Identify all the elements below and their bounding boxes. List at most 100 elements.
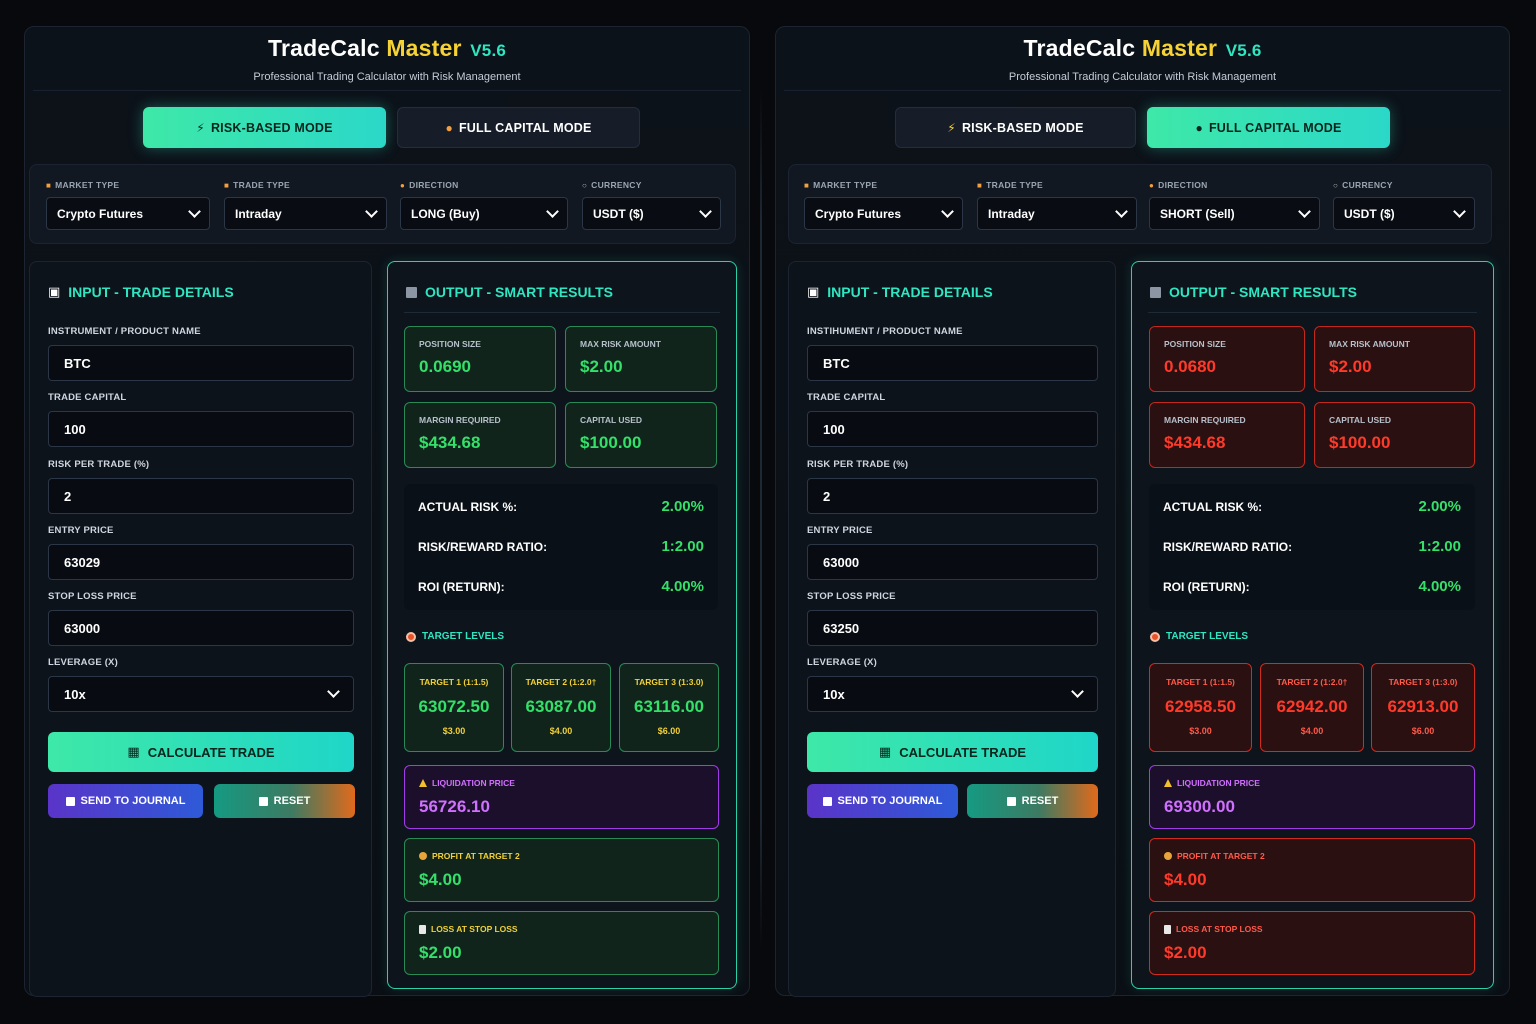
chevron-down-icon	[699, 204, 712, 218]
capital-input[interactable]: 100	[807, 411, 1098, 447]
input-card: ▣ INPUT - TRADE DETAILS INSTRUMENT / PRO…	[29, 261, 372, 997]
leverage-select[interactable]: 10x	[48, 676, 354, 712]
money-bag-icon	[1164, 852, 1172, 860]
chevron-down-icon	[1453, 204, 1466, 218]
entry-input[interactable]: 63000	[807, 544, 1098, 580]
chevron-down-icon	[1298, 204, 1311, 218]
document-icon	[419, 924, 426, 934]
ratio-summary: ACTUAL RISK %: 2.00% RISK/REWARD RATIO: …	[404, 484, 718, 610]
loss-at-stop-card: LOSS AT STOP LOSS $2.00	[1149, 911, 1475, 975]
direction-group: ● DIRECTION LONG (Buy)	[400, 179, 568, 230]
full-capital-mode-button[interactable]: ● FULL CAPITAL MODE	[1147, 107, 1390, 148]
capital-used-card: CAPITAL USED $100.00	[1314, 402, 1475, 468]
liquidation-price-card: LIQUIDATION PRICE 56726.10	[404, 765, 719, 829]
trade-type-select[interactable]: Intraday	[977, 197, 1137, 230]
direction-select[interactable]: LONG (Buy)	[400, 197, 568, 230]
reset-button[interactable]: RESET	[214, 784, 355, 818]
lightning-icon: ⚡	[196, 120, 205, 135]
calculate-trade-button[interactable]: ▦ CALCULATE TRADE	[807, 732, 1098, 772]
market-type-select[interactable]: Crypto Futures	[46, 197, 210, 230]
currency-select[interactable]: USDT ($)	[582, 197, 721, 230]
risk-based-mode-button[interactable]: ⚡ RISK-BASED MODE	[895, 107, 1136, 148]
risk-input[interactable]: 2	[48, 478, 354, 514]
calculator-panel-left: TradeCalc Master V5.6 Professional Tradi…	[24, 26, 750, 997]
entry-label: ENTRY PRICE	[48, 525, 114, 536]
trade-type-group: ■ TRADE TYPE Intraday	[224, 179, 387, 230]
leverage-select[interactable]: 10x	[807, 676, 1098, 712]
risk-input[interactable]: 2	[807, 478, 1098, 514]
calculate-trade-button[interactable]: ▦ CALCULATE TRADE	[48, 732, 354, 772]
leverage-label: LEVERAGE (X)	[48, 657, 118, 668]
instrument-input[interactable]: BTC	[48, 345, 354, 381]
full-capital-mode-button[interactable]: ● FULL CAPITAL MODE	[397, 107, 640, 148]
direction-select[interactable]: SHORT (Sell)	[1149, 197, 1320, 230]
position-size-card: POSITION SIZE 0.0680	[1149, 326, 1305, 392]
capital-input[interactable]: 100	[48, 411, 354, 447]
risk-based-mode-button[interactable]: ⚡ RISK-BASED MODE	[143, 107, 386, 148]
target-3-card: TARGET 3 (1:3.0) 62913.00 $6.00	[1371, 663, 1475, 752]
market-type-select[interactable]: Crypto Futures	[804, 197, 963, 230]
position-size-card: POSITION SIZE 0.0690	[404, 326, 556, 392]
chevron-down-icon	[1115, 204, 1128, 218]
money-bag-icon	[419, 852, 427, 860]
output-card: OUTPUT - SMART RESULTS POSITION SIZE 0.0…	[1131, 261, 1494, 989]
lightning-icon: ⚡	[947, 120, 956, 135]
target-levels-title: TARGET LEVELS	[1150, 631, 1248, 642]
market-icon: ■	[804, 180, 810, 190]
entry-input[interactable]: 63029	[48, 544, 354, 580]
mode-switcher: ⚡ RISK-BASED MODE ● FULL CAPITAL MODE	[776, 107, 1509, 149]
roi-row: ROI (RETURN): 4.00%	[1163, 578, 1461, 595]
app-header: TradeCalc Master V5.6 Professional Tradi…	[784, 27, 1501, 91]
direction-icon: ●	[1149, 180, 1155, 190]
mode-switcher: ⚡ RISK-BASED MODE ● FULL CAPITAL MODE	[25, 107, 749, 149]
risk-reward-row: RISK/REWARD RATIO: 1:2.00	[418, 538, 704, 555]
stop-loss-label: STOP LOSS PRICE	[807, 591, 896, 602]
app-subtitle: Professional Trading Calculator with Ris…	[1008, 71, 1277, 83]
currency-icon: ○	[1333, 180, 1339, 190]
margin-required-card: MARGIN REQUIRED $434.68	[404, 402, 556, 468]
app-subtitle: Professional Trading Calculator with Ris…	[253, 71, 521, 83]
stop-loss-input[interactable]: 63250	[807, 610, 1098, 646]
direction-group: ● DIRECTION SHORT (Sell)	[1149, 179, 1320, 230]
flame-icon: ●	[445, 120, 453, 135]
chart-icon	[1150, 286, 1161, 298]
calendar-icon: ■	[977, 180, 983, 190]
actual-risk-row: ACTUAL RISK %: 2.00%	[418, 498, 704, 515]
panel-divider	[760, 90, 762, 950]
currency-group: ○ CURRENCY USDT ($)	[582, 179, 721, 230]
calculator-icon: ▦	[127, 744, 140, 759]
capital-label: TRADE CAPITAL	[807, 392, 886, 403]
risk-label: RISK PER TRADE (%)	[48, 459, 150, 470]
document-icon	[1164, 924, 1171, 934]
output-card-title: OUTPUT - SMART RESULTS	[1150, 284, 1357, 300]
risk-label: RISK PER TRADE (%)	[807, 459, 909, 470]
margin-required-card: MARGIN REQUIRED $434.68	[1149, 402, 1305, 468]
roi-row: ROI (RETURN): 4.00%	[418, 578, 704, 595]
output-card-title: OUTPUT - SMART RESULTS	[406, 284, 613, 300]
ratio-summary: ACTUAL RISK %: 2.00% RISK/REWARD RATIO: …	[1149, 484, 1475, 610]
send-to-journal-button[interactable]: SEND TO JOURNAL	[48, 784, 203, 818]
stop-loss-input[interactable]: 63000	[48, 610, 354, 646]
trade-type-group: ■ TRADE TYPE Intraday	[977, 179, 1137, 230]
reset-button[interactable]: RESET	[967, 784, 1098, 818]
target-icon	[406, 631, 416, 642]
target-2-card: TARGET 2 (1:2.0† 63087.00 $4.00	[511, 663, 611, 752]
capital-label: TRADE CAPITAL	[48, 392, 127, 403]
trade-type-select[interactable]: Intraday	[224, 197, 387, 230]
warning-icon	[419, 779, 427, 787]
trade-settings-bar: ■ MARKET TYPE Crypto Futures ■ TRADE TYPE …	[788, 164, 1492, 244]
send-to-journal-button[interactable]: SEND TO JOURNAL	[807, 784, 958, 818]
chart-icon	[406, 286, 417, 298]
target-1-card: TARGET 1 (1:1.5) 62958.50 $3.00	[1149, 663, 1252, 752]
instrument-input[interactable]: BTC	[807, 345, 1098, 381]
journal-icon	[65, 796, 75, 806]
input-card-title: ▣ INPUT - TRADE DETAILS	[807, 284, 993, 300]
target-levels-title: TARGET LEVELS	[406, 631, 504, 642]
output-card: OUTPUT - SMART RESULTS POSITION SIZE 0.0…	[387, 261, 737, 989]
reset-icon	[1006, 796, 1016, 806]
app-header: TradeCalc Master V5.6 Professional Tradi…	[33, 27, 741, 91]
target-icon	[1150, 631, 1160, 642]
profit-at-target-card: PROFIT AT TARGET 2 $4.00	[404, 838, 719, 902]
journal-icon	[822, 796, 832, 806]
currency-select[interactable]: USDT ($)	[1333, 197, 1475, 230]
